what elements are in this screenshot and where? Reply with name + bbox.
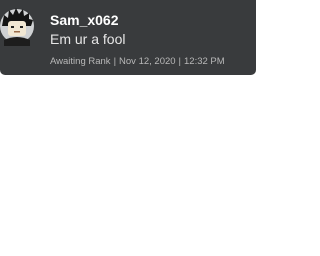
comment-time: 12:32 PM xyxy=(184,56,225,67)
comment-meta: Awaiting Rank | Nov 12, 2020 | 12:32 PM xyxy=(50,56,225,67)
meta-separator: | xyxy=(113,56,117,67)
comment-date: Nov 12, 2020 xyxy=(119,56,176,67)
comment-card: Sam_x062 Em ur a fool Awaiting Rank | Nov … xyxy=(0,0,256,75)
comment-username[interactable]: Sam_x062 xyxy=(50,12,119,28)
user-avatar-icon[interactable] xyxy=(0,6,34,46)
meta-separator: | xyxy=(178,56,182,67)
comment-message: Em ur a fool xyxy=(50,31,126,47)
user-rank: Awaiting Rank xyxy=(50,56,111,67)
